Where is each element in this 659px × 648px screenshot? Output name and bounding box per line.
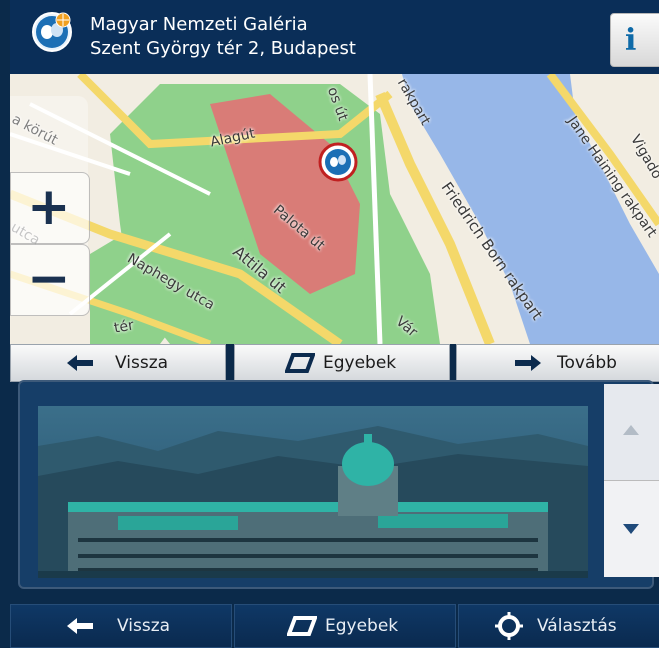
scroll-up-button[interactable] (604, 384, 659, 481)
plus-icon: + (27, 177, 71, 237)
back-button[interactable]: Vissza (10, 344, 226, 382)
more-options-icon (287, 616, 317, 636)
poi-name: Magyar Nemzeti Galéria (90, 14, 308, 35)
theatre-masks-icon (32, 12, 72, 52)
poi-photo (38, 406, 588, 578)
scroll-down-button[interactable] (604, 481, 659, 577)
zoom-in-button[interactable]: + (10, 172, 90, 244)
info-button[interactable]: i (610, 13, 659, 67)
bottom-back-button[interactable]: Vissza (10, 604, 232, 648)
arrow-right-icon (515, 355, 541, 371)
poi-address: Szent György tér 2, Budapest (90, 38, 356, 59)
info-icon: i (625, 23, 637, 58)
map-nav-bar: Vissza Egyebek Tovább (10, 344, 659, 382)
more-label: Egyebek (323, 353, 397, 373)
triangle-down-icon (623, 524, 639, 534)
bottom-more-button[interactable]: Egyebek (234, 604, 456, 648)
zoom-out-button[interactable]: − (10, 244, 90, 316)
arrow-left-icon (67, 618, 93, 634)
minus-icon: − (27, 249, 71, 309)
bottom-more-label: Egyebek (325, 616, 399, 636)
map-view[interactable]: a körút utca Alagút os út rakpart Palota… (10, 74, 659, 344)
zoom-panel: + − (10, 96, 90, 316)
more-options-icon (285, 353, 315, 373)
next-button[interactable]: Tovább (456, 344, 659, 382)
more-button[interactable]: Egyebek (234, 344, 450, 382)
street-label: tér (112, 317, 136, 337)
select-button[interactable]: Választás (458, 604, 659, 648)
crosshair-icon (495, 612, 523, 640)
select-label: Választás (537, 616, 617, 636)
triangle-up-icon (623, 425, 639, 435)
poi-header: Magyar Nemzeti Galéria Szent György tér … (10, 0, 659, 74)
poi-title: Magyar Nemzeti Galéria Szent György tér … (90, 13, 356, 61)
bottom-action-bar: Vissza Egyebek Választás (10, 604, 659, 648)
next-label: Tovább (557, 353, 617, 373)
back-label: Vissza (115, 353, 169, 373)
arrow-left-icon (67, 355, 93, 371)
bottom-back-label: Vissza (117, 616, 171, 636)
